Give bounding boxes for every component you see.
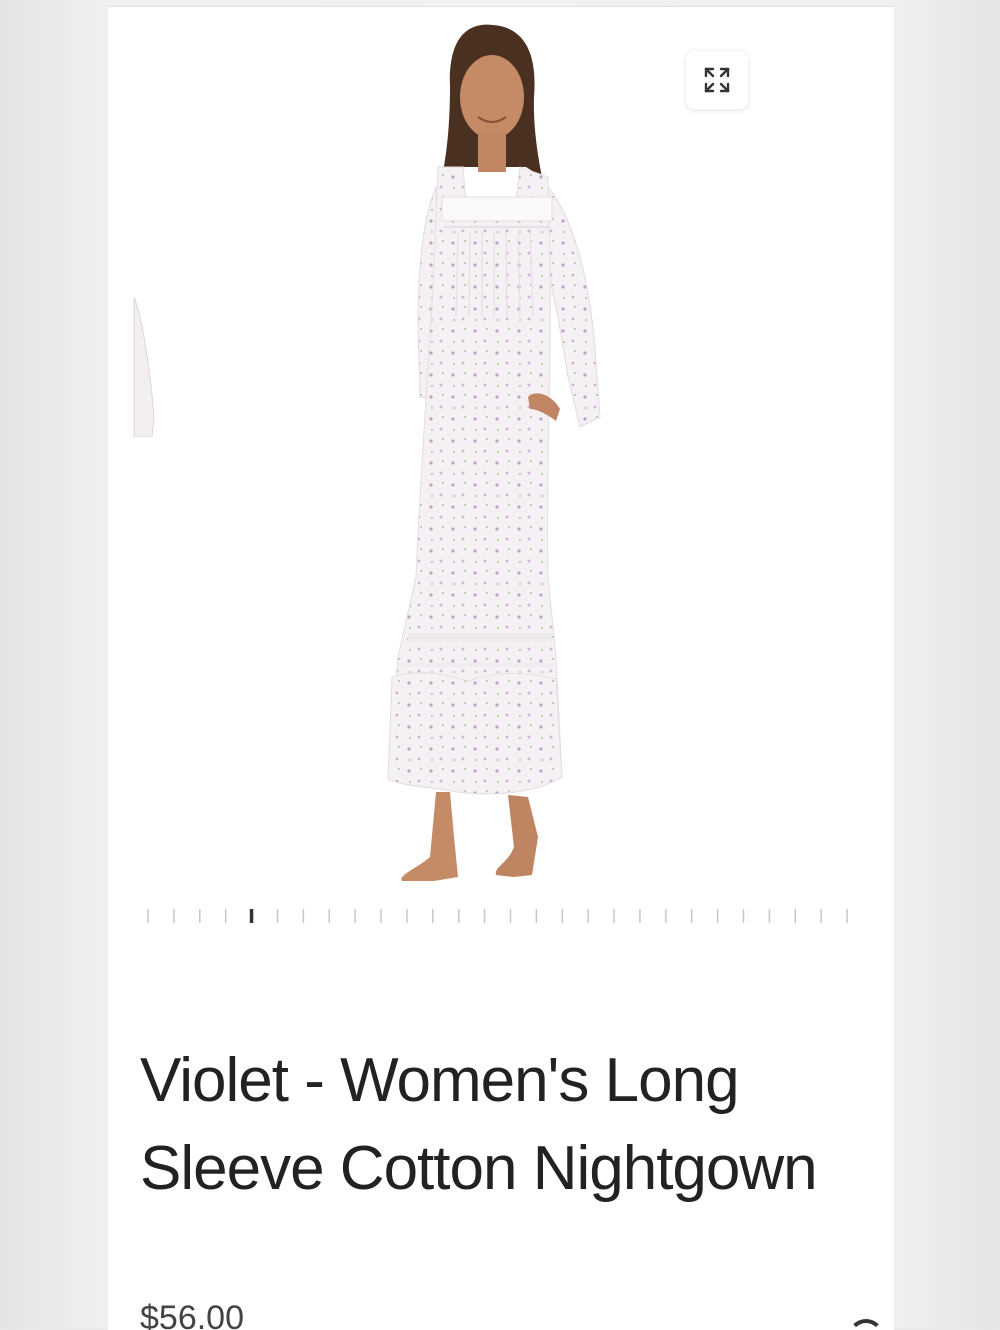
- product-title: Violet - Women's Long Sleeve Cotton Nigh…: [140, 1037, 860, 1213]
- expand-image-button[interactable]: [686, 51, 748, 109]
- pagination-ticks[interactable]: [146, 905, 858, 927]
- product-page: Violet - Women's Long Sleeve Cotton Nigh…: [108, 6, 894, 1330]
- expand-arrows-icon: [701, 64, 733, 96]
- product-price: $56.00: [140, 1299, 244, 1330]
- product-photo[interactable]: [338, 17, 638, 897]
- floating-action-button-edge[interactable]: [848, 1319, 884, 1330]
- previous-slide-peek[interactable]: [132, 297, 160, 437]
- product-image-gallery[interactable]: [108, 7, 894, 907]
- product-info: Violet - Women's Long Sleeve Cotton Nigh…: [140, 1037, 860, 1213]
- gallery-pagination[interactable]: [146, 905, 858, 927]
